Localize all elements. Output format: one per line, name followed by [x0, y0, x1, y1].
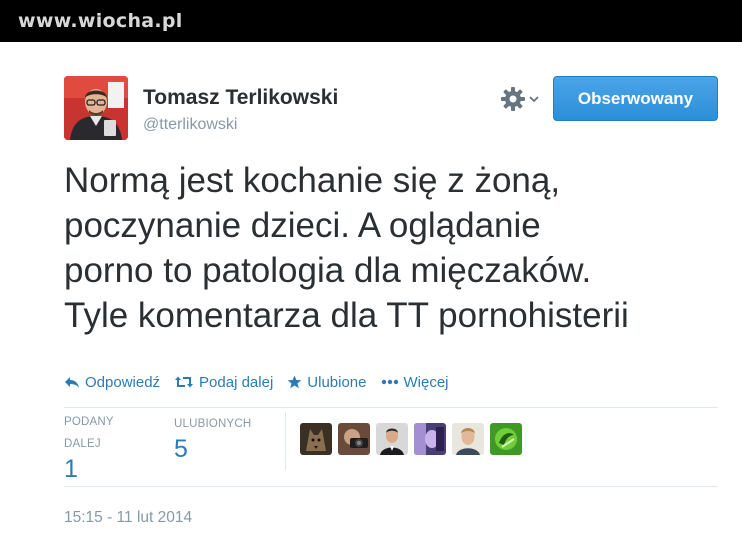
- star-icon: [287, 375, 302, 389]
- retweets-label-line2: DALEJ: [64, 438, 101, 450]
- favorites-count: 5: [174, 435, 188, 463]
- retweets-stat[interactable]: PODANY DALEJ 1: [64, 411, 114, 483]
- gear-icon: [501, 87, 525, 111]
- author-handle[interactable]: @tterlikowski: [143, 116, 237, 134]
- more-action[interactable]: Więcej: [381, 374, 449, 391]
- retweet-action[interactable]: Podaj dalej: [174, 374, 273, 391]
- favorites-stat[interactable]: ULUBIONYCH 5: [174, 413, 251, 463]
- chevron-down-icon: [529, 96, 539, 103]
- tweet-timestamp[interactable]: 15:15 - 11 lut 2014: [64, 509, 192, 527]
- watermark-bar: www.wiocha.pl: [0, 0, 742, 42]
- tweet-text-line: poczynanie dzieci. A oglądanie: [64, 206, 541, 245]
- reply-action[interactable]: Odpowiedź: [64, 374, 160, 391]
- more-label: Więcej: [403, 373, 449, 391]
- reply-icon: [65, 377, 79, 388]
- following-button[interactable]: Obserwowany: [553, 76, 718, 121]
- tweet-text-line: Tyle komentarza dla TT pornohisterii: [64, 296, 629, 335]
- stats-bottom-divider: [64, 486, 718, 487]
- reply-label: Odpowiedź: [85, 373, 161, 391]
- retweet-icon: [175, 376, 194, 388]
- avatar-purple[interactable]: [414, 423, 446, 455]
- author-photo: [64, 76, 128, 140]
- favoriters-avatars: [300, 423, 522, 455]
- more-icon: [381, 379, 398, 385]
- favorite-label: Ulubione: [307, 373, 367, 391]
- watermark-text: www.wiocha.pl: [18, 10, 183, 32]
- avatar-blond-man[interactable]: [452, 423, 484, 455]
- tweet-text-line: Normą jest kochanie się z żoną,: [64, 161, 561, 200]
- user-actions-dropdown[interactable]: [500, 86, 546, 112]
- avatar-man-suit[interactable]: [376, 423, 408, 455]
- retweets-label-line1: PODANY: [64, 416, 114, 428]
- stats-top-divider: [64, 407, 718, 408]
- stats-separator: [285, 412, 286, 470]
- favorites-label: ULUBIONYCH: [174, 418, 252, 430]
- favorite-action[interactable]: Ulubione: [287, 373, 367, 391]
- author-avatar[interactable]: [64, 76, 128, 140]
- author-name[interactable]: Tomasz Terlikowski: [143, 86, 338, 110]
- tweet-actions: Odpowiedź Podaj dalej Ulubione Więcej: [64, 371, 463, 393]
- avatar-wolf[interactable]: [300, 423, 332, 455]
- avatar-green-logo[interactable]: [490, 423, 522, 455]
- tweet-text-line: porno to patologia dla mięczaków.: [64, 251, 592, 290]
- retweet-label: Podaj dalej: [199, 373, 274, 391]
- retweets-count: 1: [64, 455, 78, 483]
- tweet-text: Normą jest kochanie się z żoną, poczynan…: [64, 158, 724, 338]
- avatar-camera[interactable]: [338, 423, 370, 455]
